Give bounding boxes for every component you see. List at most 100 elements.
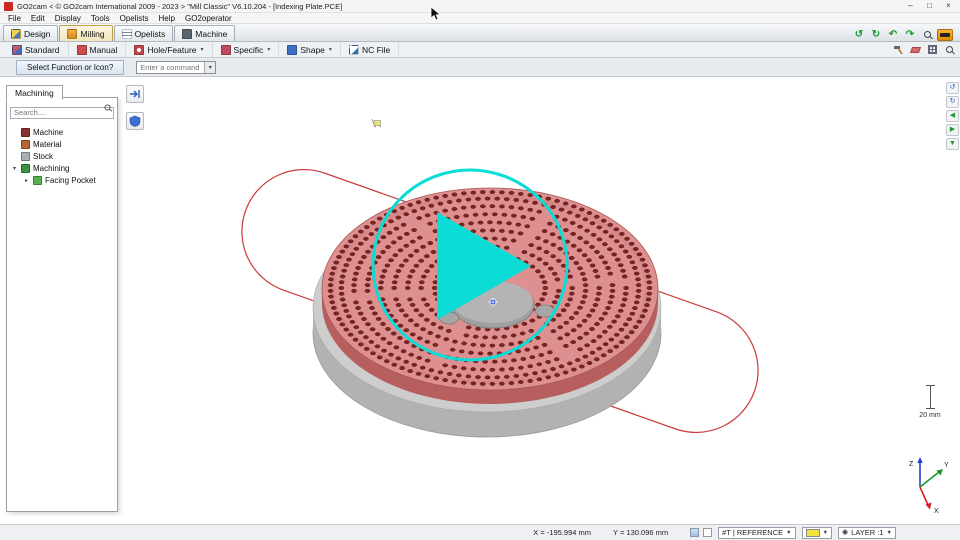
go2cam-window: GO2cam < © GO2cam International 2009 - 2…: [0, 0, 960, 540]
tree-item-machine[interactable]: Machine: [7, 126, 117, 138]
viewport-3d[interactable]: [0, 77, 960, 524]
command-combo[interactable]: ▾: [136, 61, 216, 74]
nc-file-icon: [349, 45, 359, 55]
layer-dropdown[interactable]: ◉ LAYER :1 ▼: [838, 527, 896, 539]
x-axis-label: X: [934, 508, 939, 514]
facing-pocket-icon: [33, 176, 42, 185]
tools-icon[interactable]: [891, 43, 905, 56]
machine-icon: [21, 128, 30, 137]
tree-item-facing-pocket[interactable]: ▸ Facing Pocket: [7, 174, 117, 186]
chevron-down-icon: ▾: [267, 46, 270, 53]
view-rail: ↺ ↻ ◀ ▶ ▼: [946, 82, 959, 150]
utility-toolbar: [891, 42, 960, 57]
machining-icon: [21, 164, 30, 173]
hole-feature-icon: [134, 45, 144, 55]
tree-label: Machining: [33, 164, 69, 173]
search-input[interactable]: [10, 107, 114, 119]
menu-file[interactable]: File: [3, 14, 26, 23]
eye-icon: ◉: [842, 529, 848, 537]
tab-milling[interactable]: Milling: [59, 25, 112, 41]
view-toolbar: ↺ ↻ ↶ ↷: [852, 28, 957, 41]
menu-edit[interactable]: Edit: [26, 14, 50, 23]
color-dropdown[interactable]: ▼: [802, 527, 832, 539]
stock-icon: [21, 152, 30, 161]
view-next-icon[interactable]: ↻: [946, 96, 959, 108]
tab-machine-label: Machine: [195, 29, 227, 39]
operation-flow-button[interactable]: [126, 85, 144, 103]
command-input[interactable]: [137, 63, 204, 72]
command-prompt: Select Function or Icon?: [16, 60, 124, 75]
arrow-into-bar-icon: [129, 88, 141, 100]
z-axis-label: Z: [909, 461, 914, 468]
manual-button[interactable]: Manual: [69, 42, 127, 57]
hole-feature-button[interactable]: Hole/Feature ▾: [126, 42, 212, 57]
scale-ruler: [930, 385, 931, 409]
menu-help[interactable]: Help: [154, 14, 180, 23]
selection-box-icon[interactable]: [703, 528, 712, 537]
status-x: X = -195.994 mm: [533, 528, 591, 537]
nc-file-button[interactable]: NC File: [341, 42, 399, 57]
snap-grid-icon[interactable]: [690, 528, 699, 537]
menu-go2operator[interactable]: GO2operator: [180, 14, 237, 23]
maximize-button[interactable]: □: [920, 0, 939, 12]
grid-glyph: [928, 45, 937, 54]
tab-milling-label: Milling: [80, 29, 104, 39]
rotate-right-icon[interactable]: ↷: [903, 28, 917, 41]
undo-icon[interactable]: ↺: [852, 28, 866, 41]
eraser-icon[interactable]: [908, 43, 922, 56]
eraser-glyph: [909, 47, 920, 53]
tab-opelists[interactable]: Opelists: [114, 25, 174, 41]
view-prev-icon[interactable]: ↺: [946, 82, 959, 94]
collapse-caret-icon[interactable]: ▾: [11, 165, 18, 172]
standard-button[interactable]: Standard: [4, 42, 69, 57]
expand-caret-icon[interactable]: ▸: [23, 177, 30, 184]
tree-item-stock[interactable]: Stock: [7, 150, 117, 162]
window-controls: – □ ×: [901, 0, 958, 12]
chevron-down-icon: ▼: [823, 530, 828, 536]
minimize-button[interactable]: –: [901, 0, 920, 12]
title-bar: GO2cam < © GO2cam International 2009 - 2…: [0, 0, 960, 13]
chevron-down-icon[interactable]: ▾: [204, 62, 215, 73]
machining-panel: Machining Machine Material: [6, 83, 118, 512]
go2operator-icon[interactable]: [937, 29, 953, 41]
chevron-down-icon: ▾: [329, 46, 332, 53]
tree-item-machining[interactable]: ▾ Machining: [7, 162, 117, 174]
zoom-icon[interactable]: [920, 28, 934, 41]
search-row: [10, 102, 114, 120]
specific-button[interactable]: Specific ▾: [213, 42, 280, 57]
tab-machining-panel[interactable]: Machining: [6, 85, 63, 100]
step-down-icon[interactable]: ▼: [946, 138, 959, 150]
tool-shield-button[interactable]: [126, 112, 144, 130]
magnifier-icon[interactable]: [942, 43, 956, 56]
tab-design[interactable]: Design: [3, 25, 58, 41]
scale-indicator: 20 mm: [912, 385, 948, 419]
close-button[interactable]: ×: [939, 0, 958, 12]
glasses-glyph: [940, 33, 950, 37]
tab-machine[interactable]: Machine: [174, 25, 235, 41]
tree-item-material[interactable]: Material: [7, 138, 117, 150]
redo-icon[interactable]: ↻: [869, 28, 883, 41]
material-icon: [21, 140, 30, 149]
step-back-icon[interactable]: ◀: [946, 110, 959, 122]
tree-label: Facing Pocket: [45, 176, 96, 185]
rotate-left-icon[interactable]: ↶: [886, 28, 900, 41]
shape-button[interactable]: Shape ▾: [279, 42, 341, 57]
specific-icon: [221, 45, 231, 55]
reference-dropdown[interactable]: #T | REFERENCE ▼: [718, 527, 795, 539]
menu-bar: File Edit Display Tools Opelists Help GO…: [0, 13, 960, 24]
hammer-glyph: [893, 44, 904, 55]
menu-tools[interactable]: Tools: [86, 14, 115, 23]
chevron-down-icon: ▼: [887, 530, 892, 536]
magnifier-glyph: [924, 31, 931, 38]
menu-opelists[interactable]: Opelists: [115, 14, 154, 23]
x-axis-arrow: [926, 503, 932, 510]
z-axis-arrow: [917, 457, 922, 463]
status-y: Y = 130.096 mm: [613, 528, 668, 537]
machining-tree: Machine Material Stock ▾: [7, 124, 117, 188]
color-swatch: [806, 529, 820, 537]
ribbon-tab-bar: Design Milling Opelists Machine ↺ ↻ ↶ ↷: [0, 24, 960, 42]
menu-display[interactable]: Display: [50, 14, 86, 23]
step-forward-icon[interactable]: ▶: [946, 124, 959, 136]
viewport-area: Machining Machine Material: [0, 77, 960, 524]
grid-icon[interactable]: [925, 43, 939, 56]
